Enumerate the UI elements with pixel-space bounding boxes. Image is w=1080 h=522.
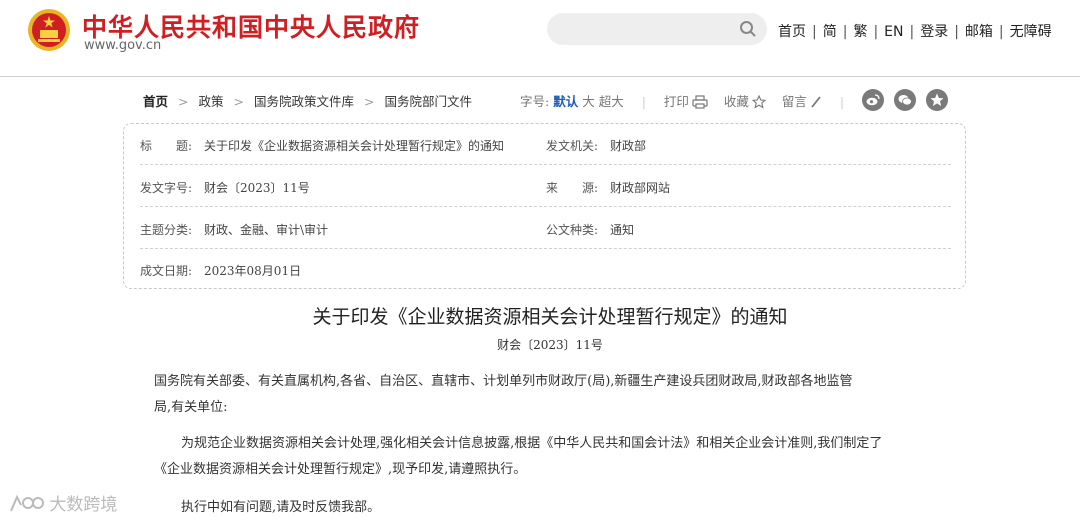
chevron-right-icon: > — [364, 94, 375, 109]
watermark-logo-icon — [10, 494, 44, 512]
info-date-value: 2023年08月01日 — [204, 264, 302, 278]
info-title-value: 关于印发《企业数据资源相关会计处理暂行规定》的通知 — [204, 139, 505, 153]
document-info-box: 标 题: 关于印发《企业数据资源相关会计处理暂行规定》的通知 发文机关: 财政部… — [123, 123, 966, 289]
top-nav: 首页 | 简 | 繁 | EN | 登录 | 邮箱 | 无障碍 — [778, 24, 1052, 40]
nav-traditional[interactable]: 繁 — [853, 24, 867, 40]
favorite-button[interactable]: 收藏 — [724, 94, 766, 109]
divider — [140, 164, 951, 165]
info-issuer-value: 财政部 — [610, 139, 647, 153]
watermark: 大数跨境 — [8, 490, 117, 515]
paragraph-line: 为规范企业数据资源相关会计处理,强化相关会计信息披露,根据《中华人民共和国会计法… — [181, 436, 883, 451]
national-emblem-icon[interactable] — [27, 8, 71, 52]
divider — [140, 248, 951, 249]
nav-english[interactable]: EN — [884, 24, 903, 40]
info-issuer-label: 发文机关: — [546, 139, 599, 153]
nav-mailbox[interactable]: 邮箱 — [965, 24, 993, 40]
info-source-label: 来 源: — [546, 181, 599, 195]
star-icon — [751, 95, 766, 109]
font-size-label: 字号: — [520, 94, 550, 109]
paragraph-line: 执行中如有问题,请及时反馈我部。 — [181, 500, 381, 515]
info-docno-value: 财会〔2023〕11号 — [204, 181, 310, 195]
wechat-icon — [898, 95, 912, 106]
paragraph-line: 国务院有关部委、有关直属机构,各省、自治区、直辖市、计划单列市财政厅(局),新疆… — [154, 374, 853, 389]
site-header: 中华人民共和国中央人民政府 www.gov.cn 首页 | 简 | 繁 | EN | 登录 | 邮箱… — [0, 0, 1080, 77]
info-source-value: 财政部网站 — [610, 181, 671, 195]
info-topic-value: 财政、金融、审计\审计 — [204, 223, 329, 237]
breadcrumb-policy[interactable]: 政策 — [199, 94, 224, 109]
site-url: www.gov.cn — [84, 38, 162, 53]
divider — [140, 206, 951, 207]
weibo-share-button[interactable] — [862, 89, 884, 111]
favorite-star-icon — [930, 93, 944, 106]
breadcrumb-department-docs[interactable]: 国务院部门文件 — [385, 94, 473, 109]
chevron-right-icon: > — [233, 94, 244, 109]
weibo-icon — [866, 94, 880, 106]
paragraph-line: 《企业数据资源相关会计处理暂行规定》,现予印发,请遵照执行。 — [154, 462, 527, 477]
wechat-share-button[interactable] — [894, 89, 916, 111]
document-title: 关于印发《企业数据资源相关会计处理暂行规定》的通知 — [312, 306, 788, 328]
print-button[interactable]: 打印 — [664, 94, 708, 109]
breadcrumb-policy-library[interactable]: 国务院政策文件库 — [254, 94, 354, 109]
info-topic-label: 主题分类: — [140, 223, 193, 237]
info-date-label: 成文日期: — [140, 264, 193, 278]
nav-accessibility[interactable]: 无障碍 — [1010, 24, 1052, 40]
favorite-share-button[interactable] — [926, 89, 948, 111]
pencil-icon — [811, 96, 821, 108]
info-type-label: 公文种类: — [546, 223, 599, 237]
chevron-right-icon: > — [178, 94, 189, 109]
document-number: 财会〔2023〕11号 — [497, 338, 603, 352]
font-size-xlarge[interactable]: 超大 — [599, 94, 624, 109]
nav-home[interactable]: 首页 — [778, 24, 806, 40]
font-size-large[interactable]: 大 — [582, 94, 595, 109]
search-input[interactable] — [561, 19, 735, 41]
breadcrumb: 首页 > 政策 > 国务院政策文件库 > 国务院部门文件 — [143, 91, 472, 110]
breadcrumb-home[interactable]: 首页 — [143, 94, 168, 109]
printer-icon — [692, 95, 708, 109]
info-docno-label: 发文字号: — [140, 181, 193, 195]
paragraph-line: 局,有关单位: — [154, 400, 228, 415]
info-title-label: 标 题: — [140, 139, 193, 153]
font-size-default[interactable]: 默认 — [553, 94, 578, 109]
article-toolbar: 字号: 默认 大 超大 | 打印 收藏 留言 | — [520, 94, 845, 109]
watermark-text: 大数跨境 — [49, 495, 118, 515]
search-icon[interactable] — [739, 20, 757, 38]
nav-login[interactable]: 登录 — [920, 24, 948, 40]
nav-simplified[interactable]: 简 — [823, 24, 837, 40]
info-type-value: 通知 — [610, 223, 635, 237]
comment-button[interactable]: 留言 — [782, 94, 822, 109]
search-box[interactable] — [547, 13, 767, 45]
